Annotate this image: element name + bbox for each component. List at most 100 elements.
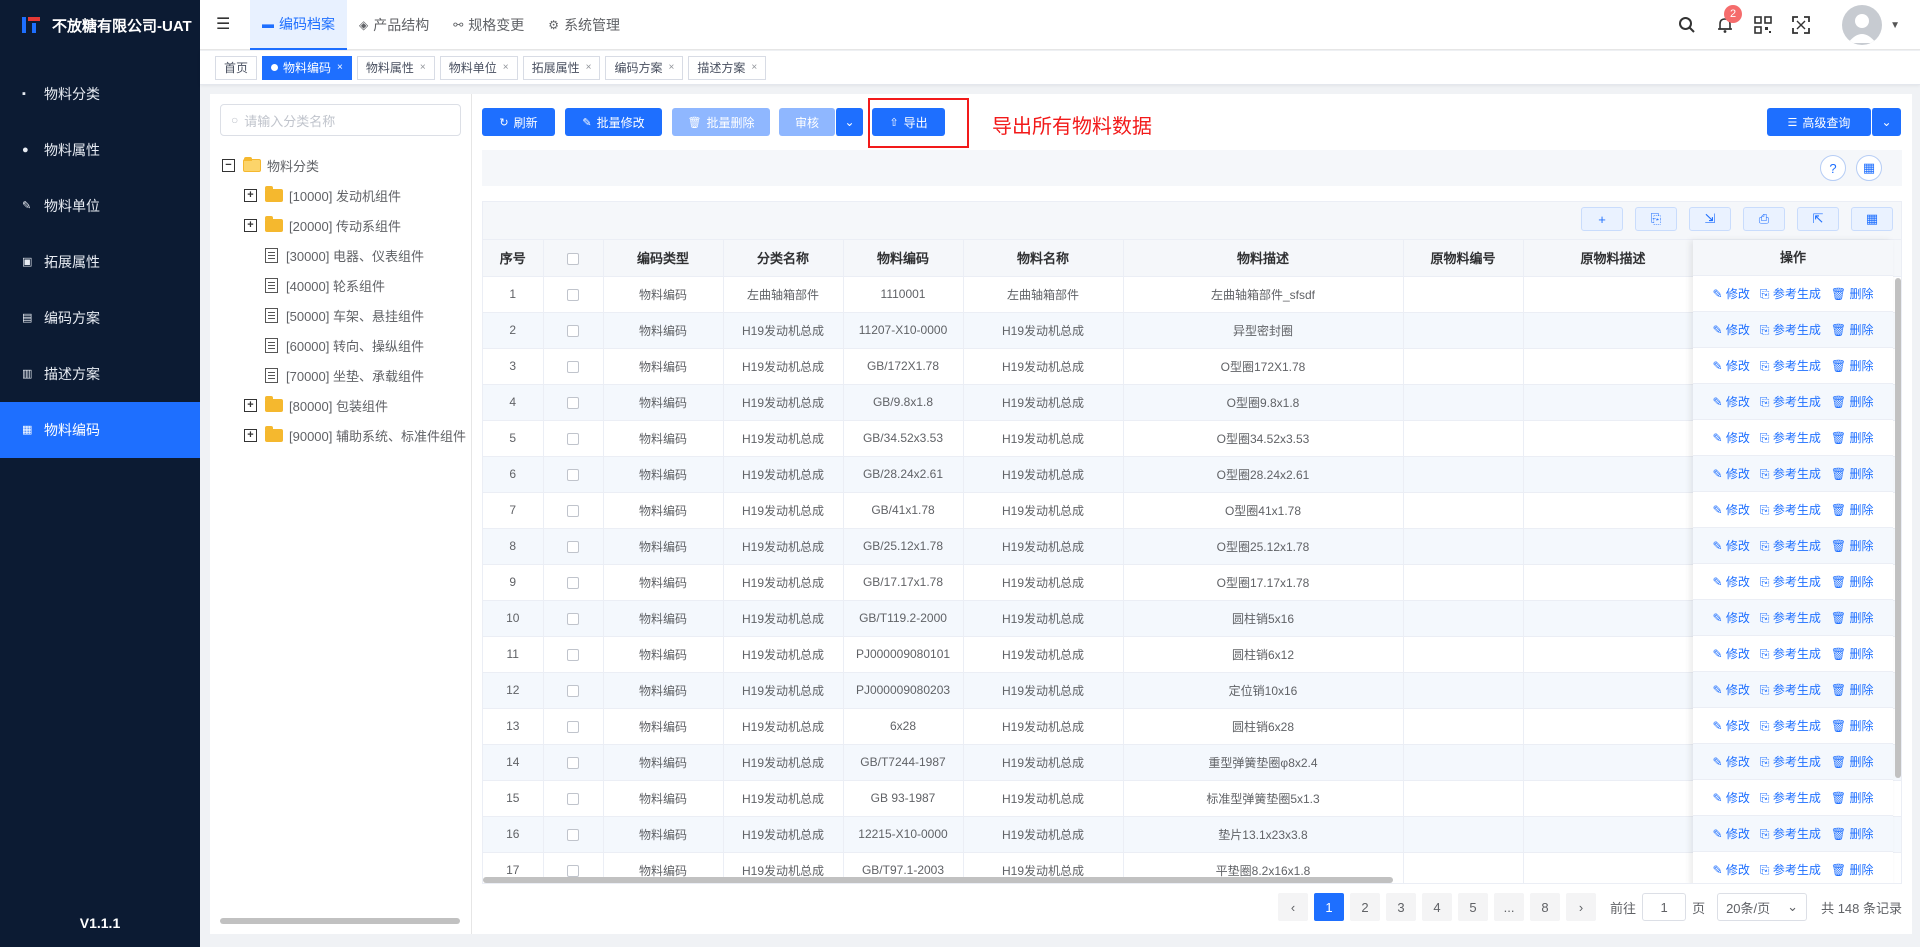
edit-link[interactable]: ✎ 修改	[1713, 501, 1750, 518]
select-all-checkbox[interactable]	[567, 252, 579, 265]
expand-icon[interactable]: +	[244, 398, 257, 412]
tree-node[interactable]: + [20000] 传动系组件	[222, 210, 471, 240]
page-number-button[interactable]: ...	[1494, 893, 1525, 921]
sidebar-item-1[interactable]: ▪ 物料分类	[0, 66, 200, 122]
delete-link[interactable]: 🗑 删除	[1831, 609, 1874, 626]
reference-generate-link[interactable]: ⎘ 参考生成	[1760, 681, 1821, 698]
table-row[interactable]: 3 物料编码 H19发动机总成 GB/172X1.78 H19发动机总成 O型圈172X1…	[483, 348, 1901, 385]
reference-generate-link[interactable]: ⎘ 参考生成	[1760, 861, 1821, 878]
user-avatar[interactable]	[1842, 5, 1883, 45]
table-row[interactable]: 2 物料编码 H19发动机总成 11207-X10-0000 H19发动机总成 异型密封圈	[483, 312, 1901, 349]
delete-link[interactable]: 🗑 删除	[1831, 465, 1874, 482]
sidebar-item-7[interactable]: ▦ 物料编码	[0, 402, 200, 458]
review-button[interactable]: 审核	[779, 108, 835, 136]
tree-horizontal-scrollbar[interactable]	[220, 918, 460, 924]
reference-generate-link[interactable]: ⎘ 参考生成	[1760, 429, 1821, 446]
row-checkbox[interactable]	[567, 828, 579, 841]
export-grid-icon[interactable]: ⇱	[1797, 207, 1839, 231]
table-row[interactable]: 8 物料编码 H19发动机总成 GB/25.12x1.78 H19发动机总成 O型圈25.…	[483, 528, 1901, 565]
row-checkbox[interactable]	[567, 288, 579, 301]
close-icon[interactable]: ×	[668, 57, 674, 79]
top-nav-tab-2[interactable]: ◈ 产品结构	[347, 0, 441, 50]
table-row[interactable]: 13 物料编码 H19发动机总成 6x28 H19发动机总成 圆柱销6x28	[483, 708, 1901, 745]
delete-link[interactable]: 🗑 删除	[1831, 681, 1874, 698]
row-checkbox[interactable]	[567, 864, 579, 877]
edit-link[interactable]: ✎ 修改	[1713, 393, 1750, 410]
edit-link[interactable]: ✎ 修改	[1713, 753, 1750, 770]
close-icon[interactable]: ×	[751, 57, 757, 79]
advanced-query-dropdown-button[interactable]: ⌄	[1871, 108, 1901, 136]
tag-view-item[interactable]: 编码方案 ×	[605, 55, 684, 80]
edit-link[interactable]: ✎ 修改	[1713, 285, 1750, 302]
expand-icon[interactable]: +	[244, 218, 257, 232]
edit-link[interactable]: ✎ 修改	[1713, 825, 1750, 842]
delete-link[interactable]: 🗑 删除	[1831, 537, 1874, 554]
delete-link[interactable]: 🗑 删除	[1831, 501, 1874, 518]
row-checkbox[interactable]	[567, 612, 579, 625]
delete-link[interactable]: 🗑 删除	[1831, 753, 1874, 770]
edit-link[interactable]: ✎ 修改	[1713, 717, 1750, 734]
close-icon[interactable]: ×	[586, 57, 592, 79]
tree-node[interactable]: [30000] 电器、仪表组件	[222, 240, 471, 270]
help-icon[interactable]: ?	[1820, 155, 1846, 181]
table-row[interactable]: 15 物料编码 H19发动机总成 GB 93-1987 H19发动机总成 标准型弹簧垫圈5…	[483, 780, 1901, 817]
edit-link[interactable]: ✎ 修改	[1713, 357, 1750, 374]
bell-icon[interactable]: 2	[1714, 5, 1743, 36]
table-row[interactable]: 16 物料编码 H19发动机总成 12215-X10-0000 H19发动机总成 垫片13…	[483, 816, 1901, 853]
reference-generate-link[interactable]: ⎘ 参考生成	[1760, 393, 1821, 410]
edit-link[interactable]: ✎ 修改	[1713, 429, 1750, 446]
row-checkbox[interactable]	[567, 396, 579, 409]
batch-delete-button[interactable]: 🗑 批量删除	[672, 108, 770, 136]
delete-link[interactable]: 🗑 删除	[1831, 573, 1874, 590]
page-number-button[interactable]: 5	[1458, 893, 1489, 921]
row-checkbox[interactable]	[567, 648, 579, 661]
category-search-input[interactable]: ○ 请输入分类名称	[220, 104, 461, 136]
tree-node[interactable]: [50000] 车架、悬挂组件	[222, 300, 471, 330]
tag-view-item[interactable]: 拓展属性 ×	[522, 55, 601, 80]
tag-view-item[interactable]: 物料单位 ×	[439, 55, 518, 80]
copy-icon[interactable]: ⎘	[1635, 207, 1677, 231]
tag-view-item[interactable]: 物料属性 ×	[356, 55, 435, 80]
delete-link[interactable]: 🗑 删除	[1831, 357, 1874, 374]
delete-link[interactable]: 🗑 删除	[1831, 825, 1874, 842]
tree-node[interactable]: + [10000] 发动机组件	[222, 180, 471, 210]
edit-link[interactable]: ✎ 修改	[1713, 537, 1750, 554]
tree-node[interactable]: + [80000] 包装组件	[222, 390, 471, 420]
reference-generate-link[interactable]: ⎘ 参考生成	[1760, 825, 1821, 842]
top-nav-tab-1[interactable]: ▬ 编码档案	[250, 0, 347, 50]
delete-link[interactable]: 🗑 删除	[1831, 321, 1874, 338]
expand-icon[interactable]: +	[244, 188, 257, 202]
page-number-button[interactable]: 4	[1422, 893, 1453, 921]
close-icon[interactable]: ×	[337, 57, 343, 79]
edit-link[interactable]: ✎ 修改	[1713, 609, 1750, 626]
reference-generate-link[interactable]: ⎘ 参考生成	[1760, 537, 1821, 554]
sidebar-item-5[interactable]: ▤ 编码方案	[0, 290, 200, 346]
table-row[interactable]: 12 物料编码 H19发动机总成 PJ000009080203 H19发动机总成 定位销1…	[483, 672, 1901, 709]
page-size-select[interactable]: 20条/页 ⌄	[1717, 893, 1808, 921]
page-number-button[interactable]: 3	[1386, 893, 1417, 921]
row-checkbox[interactable]	[567, 792, 579, 805]
row-checkbox[interactable]	[567, 504, 579, 517]
edit-link[interactable]: ✎ 修改	[1713, 465, 1750, 482]
expand-icon[interactable]: +	[244, 428, 257, 442]
delete-link[interactable]: 🗑 删除	[1831, 393, 1874, 410]
reference-generate-link[interactable]: ⎘ 参考生成	[1760, 285, 1821, 302]
table-row[interactable]: 5 物料编码 H19发动机总成 GB/34.52x3.53 H19发动机总成 O型圈34.…	[483, 420, 1901, 457]
page-number-button[interactable]: 2	[1350, 893, 1381, 921]
table-horizontal-scrollbar[interactable]	[483, 877, 1393, 883]
reference-generate-link[interactable]: ⎘ 参考生成	[1760, 789, 1821, 806]
reference-generate-link[interactable]: ⎘ 参考生成	[1760, 465, 1821, 482]
qrcode-icon[interactable]	[1752, 14, 1774, 36]
table-row[interactable]: 1 物料编码 左曲轴箱部件 1110001 左曲轴箱部件 左曲轴箱部件_sfsdf	[483, 276, 1901, 313]
search-icon[interactable]	[1676, 14, 1698, 36]
row-checkbox[interactable]	[567, 432, 579, 445]
row-checkbox[interactable]	[567, 468, 579, 481]
collapse-menu-icon[interactable]: ☰	[216, 14, 230, 34]
row-checkbox[interactable]	[567, 684, 579, 697]
edit-link[interactable]: ✎ 修改	[1713, 681, 1750, 698]
edit-link[interactable]: ✎ 修改	[1713, 645, 1750, 662]
row-checkbox[interactable]	[567, 576, 579, 589]
reference-generate-link[interactable]: ⎘ 参考生成	[1760, 501, 1821, 518]
tree-root[interactable]: − 物料分类	[222, 150, 471, 180]
table-row[interactable]: 7 物料编码 H19发动机总成 GB/41x1.78 H19发动机总成 O型圈41x1.7…	[483, 492, 1901, 529]
